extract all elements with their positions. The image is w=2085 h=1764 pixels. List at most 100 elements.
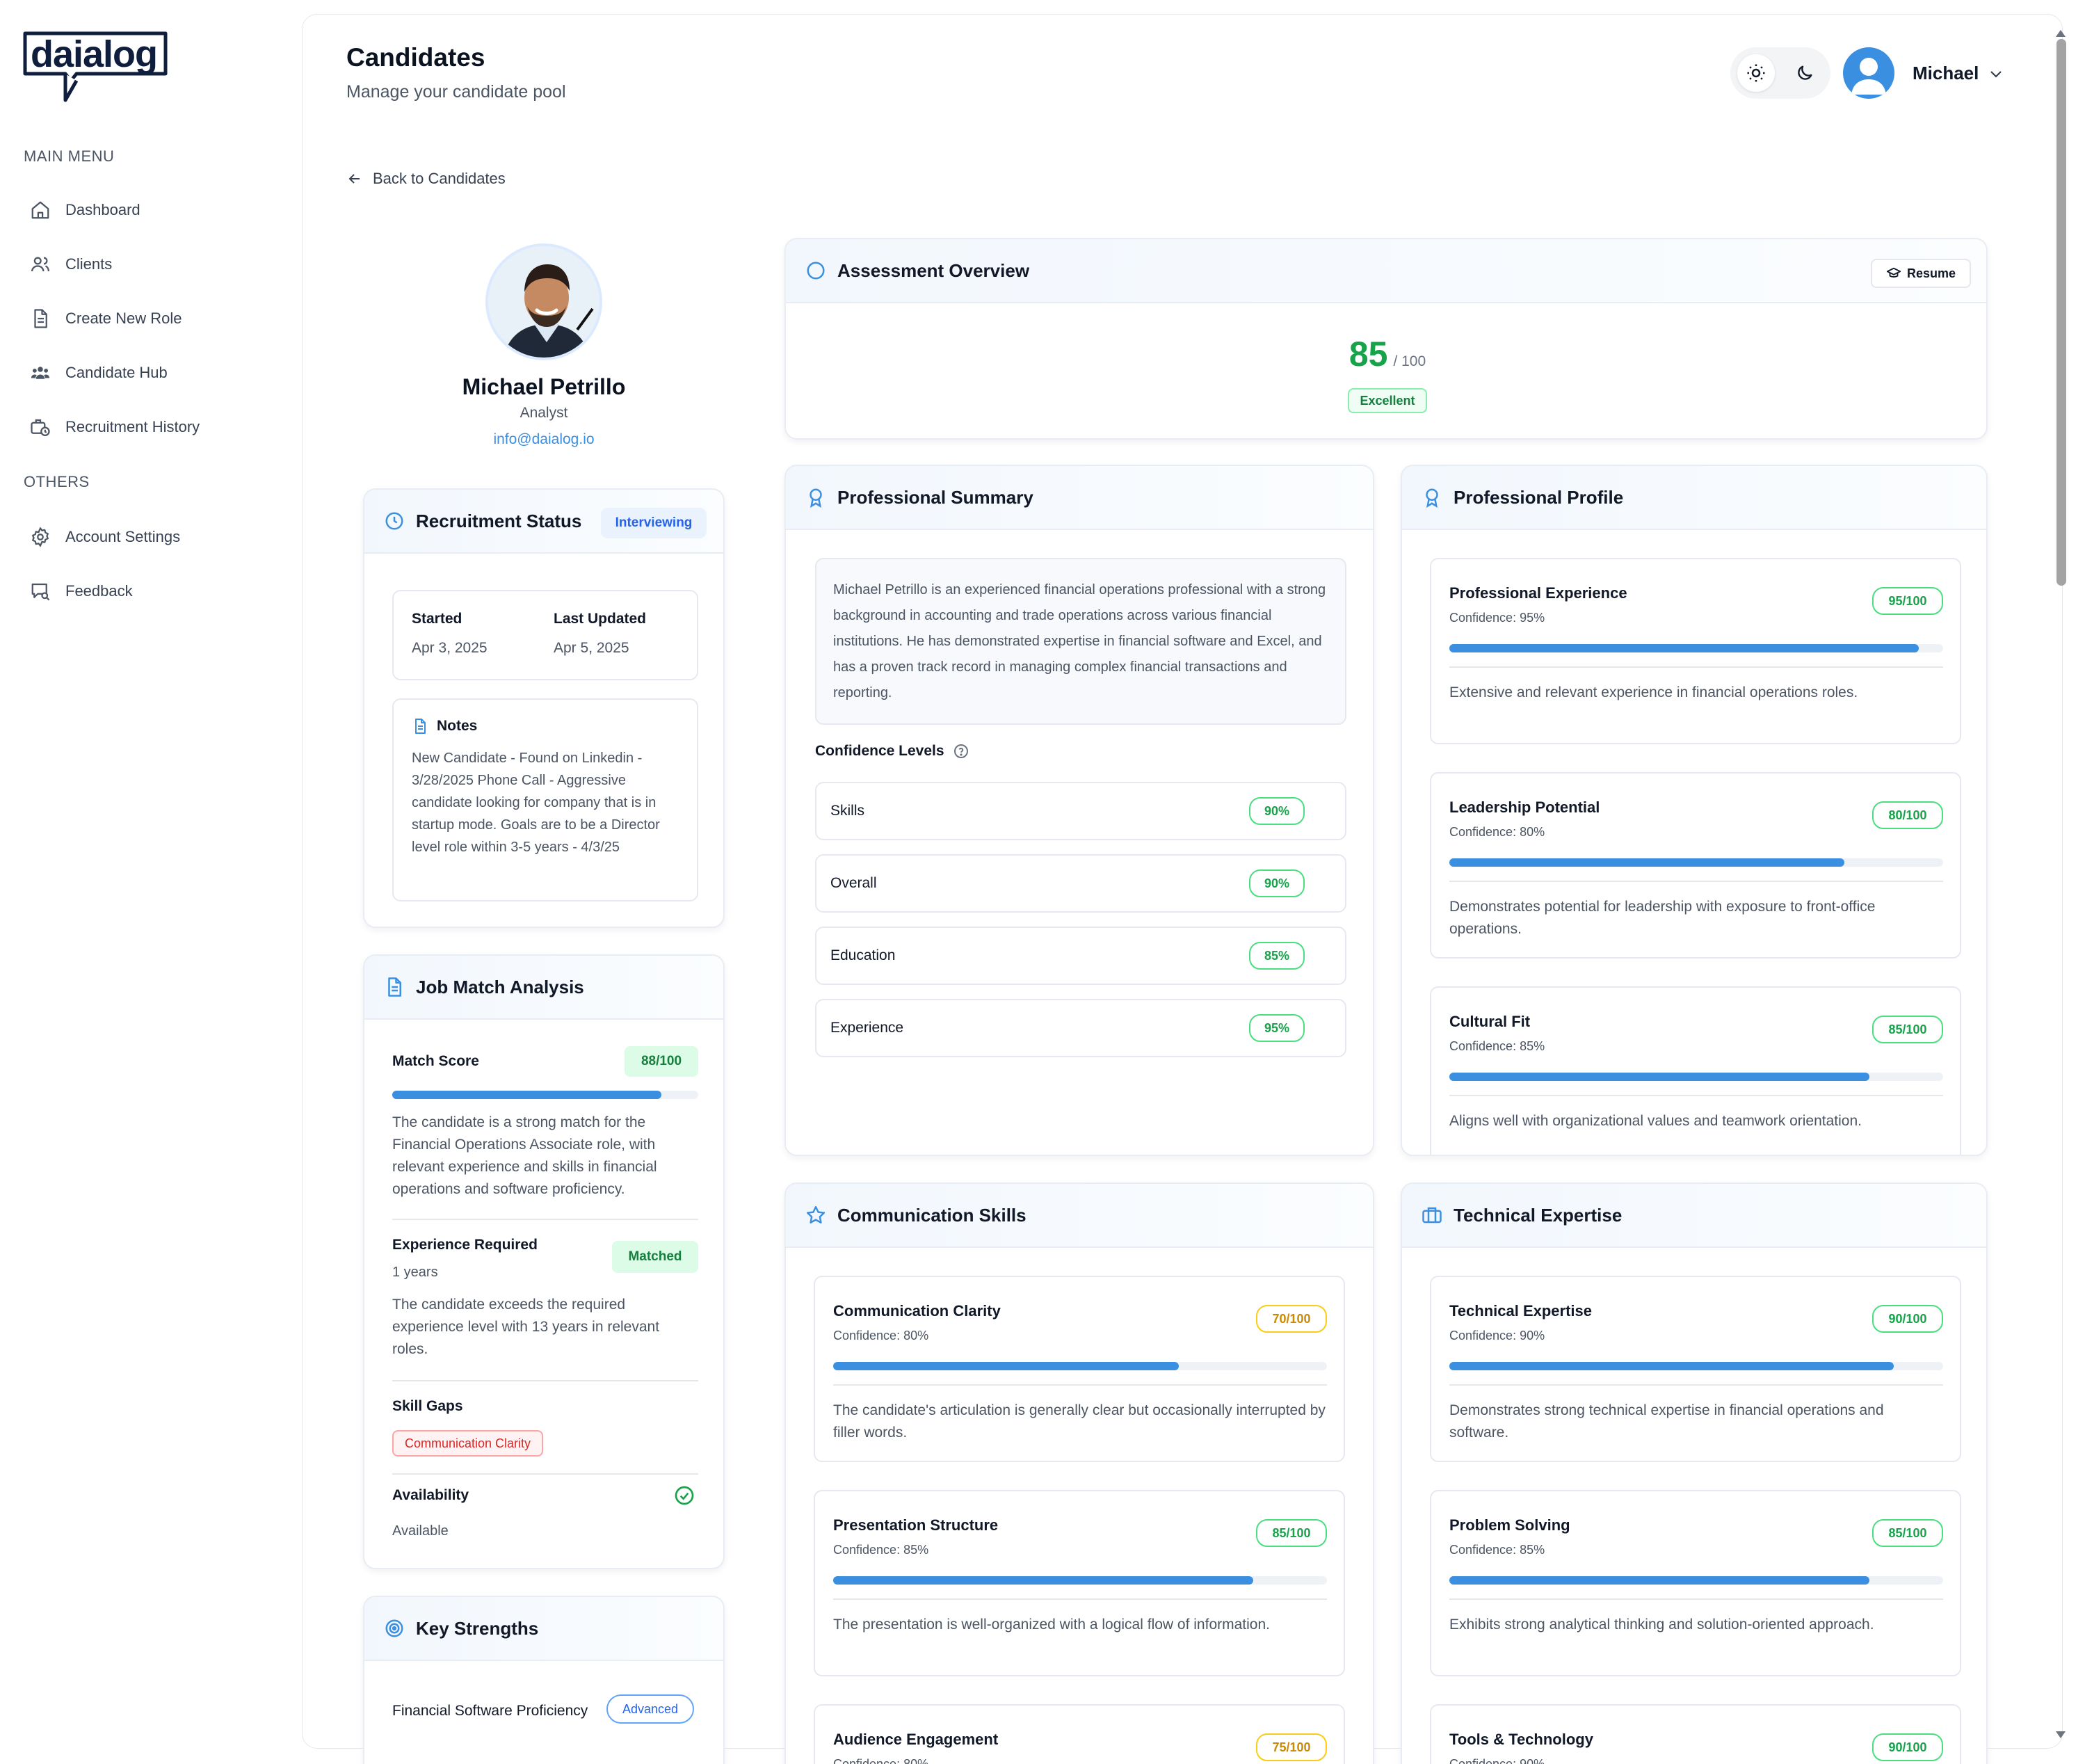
briefcase-icon xyxy=(1422,1207,1442,1224)
metric-description: The presentation is well-organized with … xyxy=(833,1617,1270,1633)
dates-box: Started Apr 3, 2025 Last Updated Apr 5, … xyxy=(392,590,698,680)
target-icon xyxy=(385,1619,403,1637)
metric-progress-fill xyxy=(833,1576,1253,1585)
back-link-label: Back to Candidates xyxy=(373,170,506,187)
confidence-level-label: Skills xyxy=(830,803,865,819)
scroll-up-arrow-icon[interactable] xyxy=(2054,28,2067,39)
logo-text: daialog xyxy=(31,33,158,75)
document-icon xyxy=(415,719,426,734)
metric-confidence: Confidence: 85% xyxy=(1449,1039,1545,1053)
scroll-down-arrow-icon[interactable] xyxy=(2054,1729,2067,1740)
candidate-role: Analyst xyxy=(520,405,568,421)
sidebar-item-dashboard[interactable]: Dashboard xyxy=(28,196,140,224)
assessment-overview-card: Assessment Overview Resume 85 / 100 Exce… xyxy=(784,238,1988,440)
confidence-level-badge: 90% xyxy=(1249,797,1305,825)
match-description: The candidate is a strong match for the … xyxy=(392,1114,657,1197)
divider xyxy=(1449,1598,1943,1600)
circle-icon xyxy=(807,262,825,280)
main-menu-heading: MAIN MENU xyxy=(24,147,115,165)
metric-card: Technical Expertise Confidence: 90% 90/100… xyxy=(1430,1276,1961,1462)
metric-title: Tools & Technology xyxy=(1449,1731,1593,1748)
sun-icon xyxy=(1747,64,1765,82)
last-updated-date: Apr 5, 2025 xyxy=(554,640,629,656)
help-circle-icon[interactable] xyxy=(953,743,969,760)
metric-score-badge: 95/100 xyxy=(1872,587,1943,615)
card-title: Professional Summary xyxy=(837,486,1033,508)
sidebar-item-candidate-hub[interactable]: Candidate Hub xyxy=(28,359,168,387)
chevron-down-icon[interactable] xyxy=(1988,65,2004,82)
confidence-levels-label: Confidence Levels xyxy=(815,743,944,759)
metric-score-badge: 80/100 xyxy=(1872,801,1943,829)
experience-description: The candidate exceeds the required exper… xyxy=(392,1297,660,1357)
star-icon xyxy=(806,1205,826,1224)
scrollbar-thumb[interactable] xyxy=(2056,39,2066,586)
resume-button-label: Resume xyxy=(1906,266,1956,280)
others-heading: OTHERS xyxy=(24,473,90,490)
divider xyxy=(833,1384,1327,1386)
metric-score-badge: 90/100 xyxy=(1872,1305,1943,1333)
metric-description: Extensive and relevant experience in fin… xyxy=(1449,684,1858,700)
feedback-icon xyxy=(28,579,53,604)
page-subtitle: Manage your candidate pool xyxy=(346,82,566,102)
metric-confidence: Confidence: 80% xyxy=(833,1329,929,1342)
sidebar-item-recruitment-history[interactable]: Recruitment History xyxy=(28,413,200,441)
document-icon xyxy=(28,306,53,331)
match-score-badge: 88/100 xyxy=(625,1046,698,1077)
sidebar-item-clients[interactable]: Clients xyxy=(28,250,112,278)
strength-label: Financial Software Proficiency xyxy=(392,1703,588,1719)
group-icon xyxy=(28,360,53,385)
metric-confidence: Confidence: 85% xyxy=(1449,1543,1545,1557)
metric-progress-fill xyxy=(1449,644,1919,652)
page-title: Candidates xyxy=(346,43,485,72)
avatar[interactable] xyxy=(1843,47,1894,99)
divider xyxy=(1449,881,1943,882)
overall-score: 85 / 100 xyxy=(786,334,1986,374)
dark-mode-button[interactable] xyxy=(1786,54,1824,92)
sidebar: daialog MAIN MENU Dashboard Clients Crea… xyxy=(0,0,300,1764)
sidebar-item-label: Clients xyxy=(65,255,113,273)
metric-description: Aligns well with organizational values a… xyxy=(1449,1113,1862,1129)
award-icon xyxy=(810,488,822,508)
divider xyxy=(833,1598,1327,1600)
user-name[interactable]: Michael xyxy=(1913,63,1979,84)
started-date: Apr 3, 2025 xyxy=(412,640,488,656)
daialog-logo[interactable]: daialog xyxy=(22,31,168,103)
sidebar-item-label: Recruitment History xyxy=(65,418,200,435)
metric-card: Presentation Structure Confidence: 85% 85/… xyxy=(814,1490,1345,1676)
confidence-level-label: Overall xyxy=(830,875,877,891)
summary-box: Michael Petrillo is an experienced finan… xyxy=(815,558,1346,725)
metric-confidence: Confidence: 90% xyxy=(1449,1329,1545,1342)
divider xyxy=(392,1473,698,1475)
confidence-level-badge: 85% xyxy=(1249,942,1305,970)
started-label: Started xyxy=(412,611,462,627)
metric-progress-bar xyxy=(833,1576,1327,1585)
divider xyxy=(1449,1095,1943,1096)
experience-years: 1 years xyxy=(392,1265,438,1280)
strength-level-badge: Advanced xyxy=(606,1694,694,1724)
communication-skills-card: Communication Skills Communication Clari… xyxy=(784,1182,1374,1764)
metric-title: Problem Solving xyxy=(1449,1516,1570,1534)
skill-gap-badge: Communication Clarity xyxy=(392,1430,544,1457)
resume-button[interactable]: Resume xyxy=(1871,259,1971,288)
metric-title: Communication Clarity xyxy=(833,1302,1001,1320)
candidate-email[interactable]: info@daialog.io xyxy=(362,431,726,448)
experience-matched-badge: Matched xyxy=(612,1241,698,1273)
light-mode-button[interactable] xyxy=(1737,54,1775,92)
document-icon xyxy=(388,977,401,997)
sidebar-item-create-new-role[interactable]: Create New Role xyxy=(28,305,182,332)
back-to-candidates-link[interactable]: Back to Candidates xyxy=(346,170,506,188)
experience-required-label: Experience Required xyxy=(392,1237,538,1253)
summary-text: Michael Petrillo is an experienced finan… xyxy=(833,582,1326,700)
sidebar-item-feedback[interactable]: Feedback xyxy=(28,577,133,605)
candidate-name: Michael Petrillo xyxy=(462,374,626,399)
confidence-level-badge: 90% xyxy=(1249,869,1305,897)
metric-score-badge: 85/100 xyxy=(1872,1016,1943,1043)
metric-progress-fill xyxy=(833,1362,1179,1370)
metric-progress-bar xyxy=(1449,644,1943,652)
professional-summary-card: Professional Summary Michael Petrillo is… xyxy=(784,465,1374,1156)
sidebar-item-account-settings[interactable]: Account Settings xyxy=(28,523,180,551)
metric-score-badge: 85/100 xyxy=(1256,1519,1327,1547)
metric-progress-fill xyxy=(1449,1576,1869,1585)
confidence-level-row: Skills 90% xyxy=(815,782,1346,840)
metric-confidence: Confidence: 85% xyxy=(833,1543,929,1557)
